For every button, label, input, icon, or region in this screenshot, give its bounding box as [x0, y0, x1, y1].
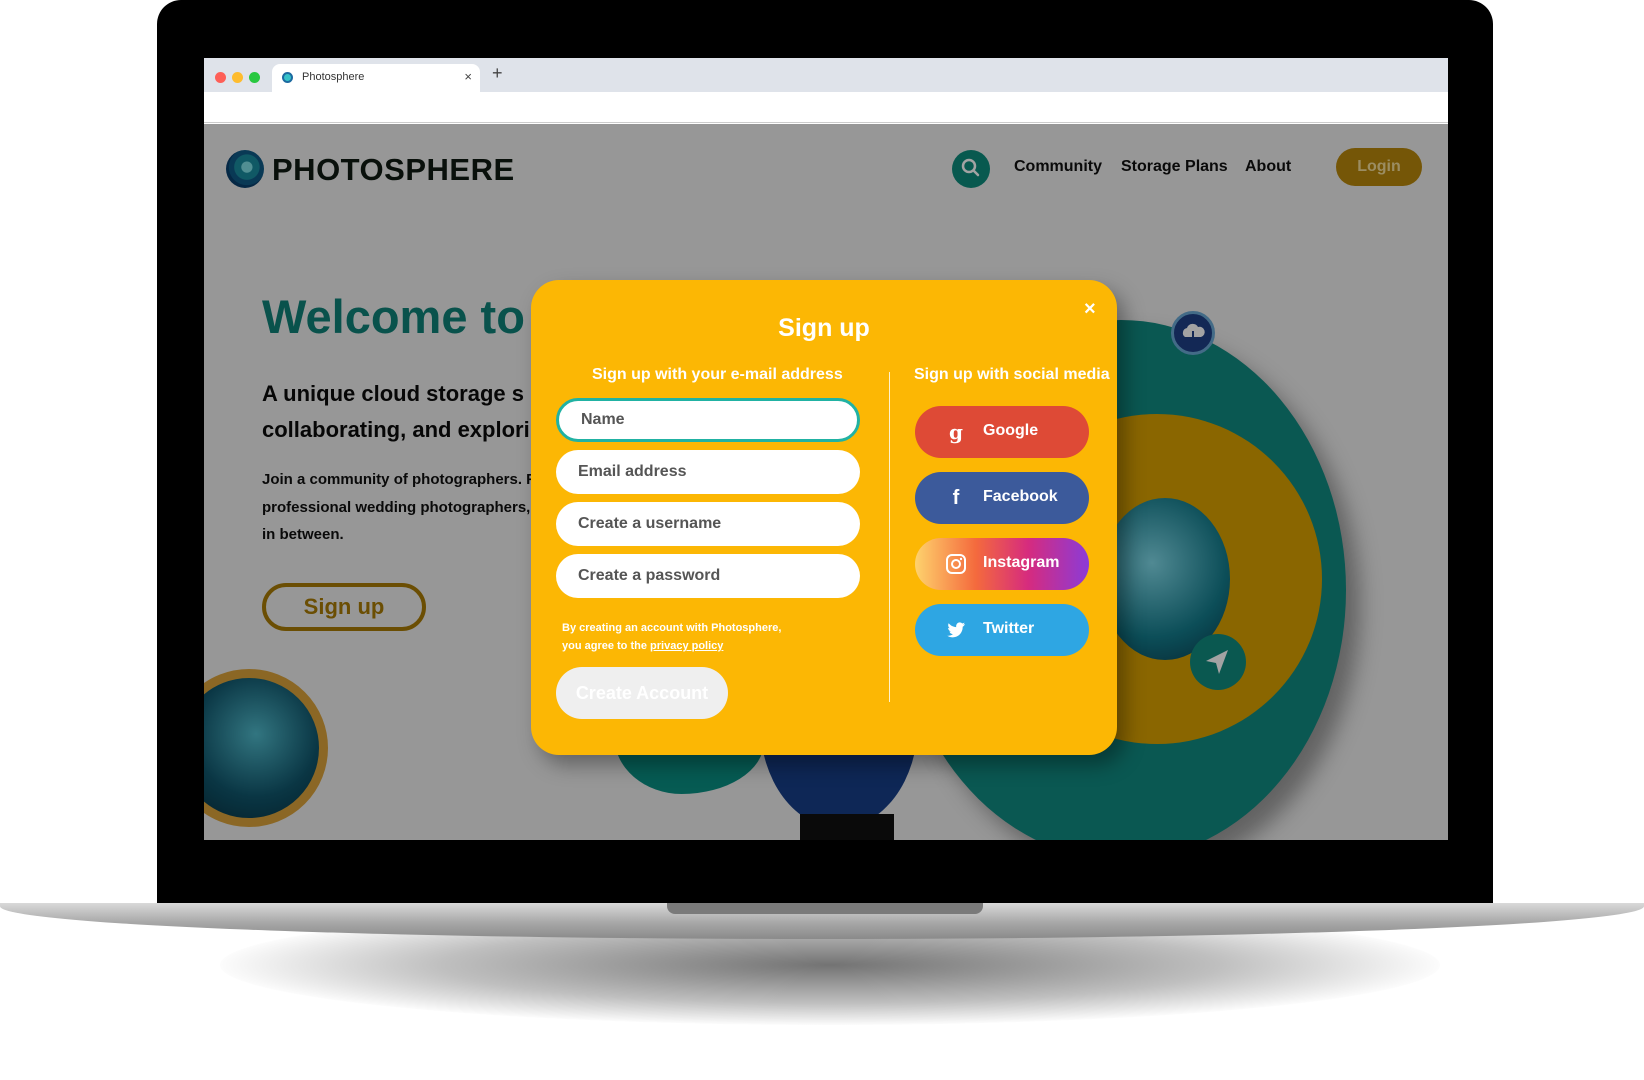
google-label: Google: [983, 422, 1039, 439]
terms-prefix: you agree to the: [562, 640, 651, 652]
facebook-icon: f: [952, 487, 960, 509]
modal-title: Sign up: [778, 314, 870, 342]
browser-window: Photosphere × + PHOTOSPHERE Community St…: [204, 58, 1448, 840]
tab-close-button[interactable]: ×: [464, 69, 472, 84]
tab-bar: Photosphere × +: [204, 58, 1448, 92]
browser-tab[interactable]: Photosphere ×: [272, 64, 480, 92]
instagram-icon: [943, 551, 969, 577]
terms-line2: you agree to the privacy policy: [562, 637, 781, 655]
signup-modal: × Sign up Sign up with your e-mail addre…: [531, 280, 1117, 755]
twitter-signup-button[interactable]: Twitter: [915, 604, 1089, 656]
favicon-icon: [282, 72, 293, 83]
facebook-label: Facebook: [983, 488, 1058, 505]
terms-text: By creating an account with Photosphere,…: [562, 619, 781, 655]
password-input[interactable]: [556, 554, 860, 598]
browser-toolbar: [204, 92, 1448, 123]
create-account-button[interactable]: Create Account: [556, 667, 728, 719]
laptop-notch: [667, 903, 983, 914]
maximize-window-button[interactable]: [249, 72, 260, 83]
instagram-signup-button[interactable]: Instagram: [915, 538, 1089, 590]
web-page: PHOTOSPHERE Community Storage Plans Abou…: [204, 124, 1448, 840]
google-icon: g: [949, 420, 963, 444]
column-divider: [889, 372, 890, 702]
twitter-icon: [943, 617, 969, 643]
username-input[interactable]: [556, 502, 860, 546]
email-input[interactable]: [556, 450, 860, 494]
terms-line1: By creating an account with Photosphere,: [562, 622, 782, 634]
close-window-button[interactable]: [215, 72, 226, 83]
privacy-policy-link[interactable]: privacy policy: [650, 640, 723, 652]
social-signup-heading: Sign up with social media: [914, 366, 1110, 383]
tab-title: Photosphere: [302, 71, 365, 83]
instagram-label: Instagram: [983, 554, 1060, 571]
facebook-signup-button[interactable]: f Facebook: [915, 472, 1089, 524]
twitter-label: Twitter: [983, 620, 1035, 637]
email-signup-heading: Sign up with your e-mail address: [592, 366, 843, 383]
new-tab-button[interactable]: +: [492, 63, 503, 84]
google-signup-button[interactable]: g Google: [915, 406, 1089, 458]
name-input[interactable]: [556, 398, 860, 442]
minimize-window-button[interactable]: [232, 72, 243, 83]
